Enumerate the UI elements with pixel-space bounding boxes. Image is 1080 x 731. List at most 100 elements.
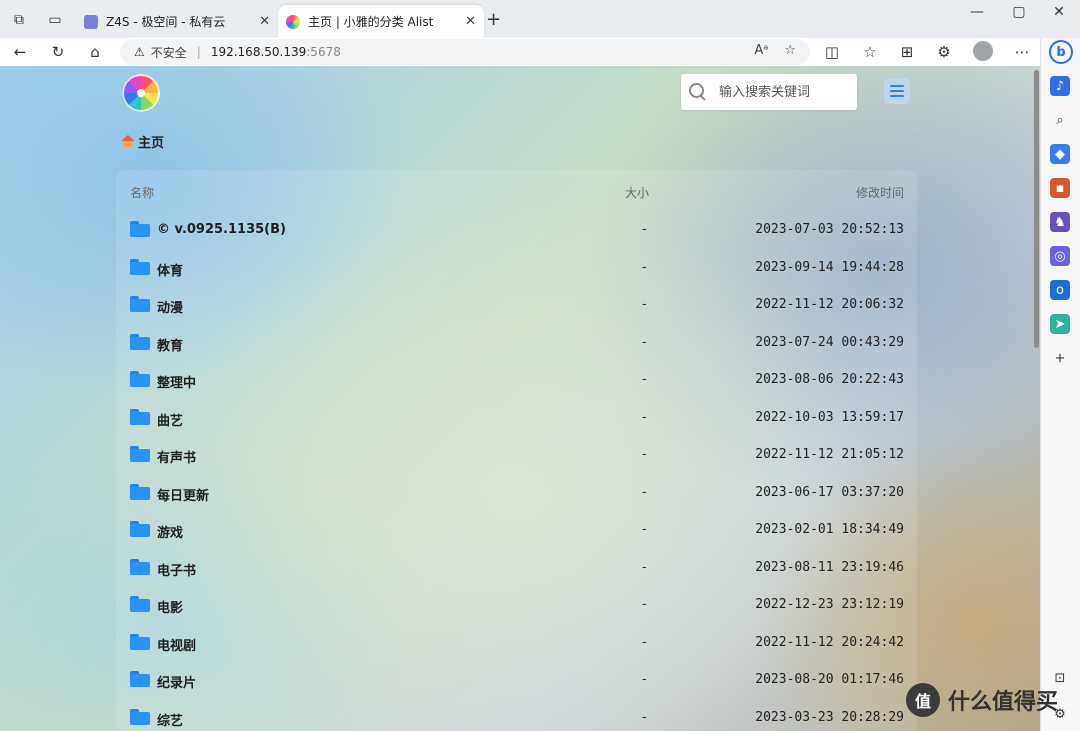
- more-menu-icon[interactable]: ⋯: [1010, 41, 1034, 63]
- search-icon: [689, 83, 707, 101]
- table-row[interactable]: 电视剧 - 2022-11-12 20:24:42: [116, 625, 917, 662]
- file-size: -: [642, 522, 647, 537]
- file-modified: 2023-08-20 01:17:46: [755, 672, 904, 687]
- file-name[interactable]: 综艺: [157, 710, 183, 729]
- file-name[interactable]: 电视剧: [157, 635, 196, 654]
- table-row[interactable]: 体育 - 2023-09-14 19:44:28: [116, 250, 917, 287]
- folder-icon: [130, 633, 150, 650]
- folder-icon: [130, 333, 150, 350]
- outlook-icon[interactable]: o: [1050, 280, 1070, 300]
- table-row[interactable]: 游戏 - 2023-02-01 18:34:49: [116, 512, 917, 549]
- table-row[interactable]: 电子书 - 2023-08-11 23:19:46: [116, 550, 917, 587]
- minimize-icon[interactable]: —: [962, 4, 992, 20]
- folder-icon: [130, 671, 150, 687]
- window-close-icon[interactable]: ✕: [1044, 4, 1074, 20]
- file-modified: 2022-11-12 21:05:12: [755, 447, 904, 462]
- tools-icon[interactable]: ▪: [1050, 178, 1070, 198]
- address-bar[interactable]: ⚠ 不安全 | 192.168.50.139 :5678 Aᵃ ☆: [120, 39, 810, 65]
- alist-logo[interactable]: [122, 74, 160, 112]
- warning-icon[interactable]: ⚠: [134, 45, 145, 59]
- tab-alist[interactable]: 主页 | 小雅的分类 Alist ✕: [278, 5, 484, 38]
- breadcrumb-home[interactable]: 主页: [138, 132, 164, 151]
- file-size: -: [642, 484, 647, 500]
- home-button-icon[interactable]: ⌂: [83, 41, 107, 63]
- z4s-favicon-icon: [84, 14, 98, 29]
- shopping-tag-icon[interactable]: ◆: [1050, 144, 1070, 164]
- file-name[interactable]: © v.0925.1135(B): [157, 222, 286, 237]
- workspaces-icon[interactable]: ⧉: [8, 9, 30, 31]
- table-row[interactable]: 动漫 - 2022-11-12 20:06:32: [116, 287, 917, 324]
- tab-z4s[interactable]: Z4S - 极空间 - 私有云 ✕: [76, 5, 278, 38]
- games-icon[interactable]: ♞: [1050, 212, 1070, 232]
- refresh-icon[interactable]: ↻: [46, 41, 70, 63]
- list-view-button[interactable]: [884, 78, 910, 104]
- file-name[interactable]: 曲艺: [157, 410, 183, 429]
- page-viewport: 主页 名称 大小 修改时间 © v.0925.1135(B) - 2023-07…: [0, 66, 1040, 731]
- column-name-header[interactable]: 名称: [130, 184, 154, 201]
- table-row[interactable]: 电影 - 2022-12-23 23:12:19: [116, 587, 917, 624]
- file-name[interactable]: 体育: [157, 260, 183, 279]
- omnibox-actions: Aᵃ ☆: [754, 43, 796, 58]
- folder-icon: [130, 708, 150, 725]
- tab-title: 主页 | 小雅的分类 Alist: [308, 15, 434, 29]
- extensions-icon[interactable]: ⚙: [932, 41, 956, 63]
- new-tab-button[interactable]: +: [486, 9, 501, 30]
- file-name[interactable]: 游戏: [157, 522, 183, 541]
- column-size-header[interactable]: 大小: [625, 184, 649, 201]
- folder-icon: [130, 558, 150, 575]
- collections-icon[interactable]: ⊞: [895, 41, 919, 63]
- bing-copilot-icon[interactable]: b: [1049, 40, 1073, 64]
- table-row[interactable]: 纪录片 - 2023-08-20 01:17:46: [116, 662, 917, 699]
- back-icon[interactable]: ←: [8, 41, 32, 63]
- search-box[interactable]: [681, 74, 857, 110]
- file-name[interactable]: 教育: [157, 335, 183, 354]
- page-scrollbar[interactable]: [1032, 66, 1040, 731]
- folder-icon: [130, 483, 150, 500]
- favorites-icon[interactable]: ☆: [858, 41, 882, 63]
- url-port: :5678: [306, 45, 341, 59]
- folder-icon: [130, 408, 150, 425]
- profile-avatar[interactable]: [973, 41, 993, 61]
- file-name[interactable]: 电影: [157, 597, 183, 616]
- close-icon[interactable]: ✕: [465, 14, 476, 29]
- close-icon[interactable]: ✕: [259, 14, 270, 29]
- watermark-badge: 值: [906, 683, 940, 717]
- file-size: -: [642, 372, 647, 387]
- maximize-icon[interactable]: ▢: [1004, 4, 1034, 20]
- folder-icon: [130, 221, 150, 237]
- search-input[interactable]: [719, 84, 839, 100]
- file-name[interactable]: 动漫: [157, 297, 183, 316]
- table-row[interactable]: 每日更新 - 2023-06-17 03:37:20: [116, 475, 917, 512]
- file-name[interactable]: 每日更新: [157, 485, 209, 504]
- table-row[interactable]: 有声书 - 2022-11-12 21:05:12: [116, 437, 917, 474]
- url-separator: |: [196, 45, 201, 59]
- scrollbar-thumb[interactable]: [1034, 70, 1039, 348]
- file-modified: 2023-06-17 03:37:20: [755, 484, 904, 500]
- file-size: -: [642, 559, 647, 575]
- search-icon[interactable]: ⌕: [1050, 110, 1070, 130]
- drop-send-icon[interactable]: ➤: [1050, 314, 1070, 334]
- table-row[interactable]: 综艺 - 2023-03-23 20:28:29: [116, 700, 917, 731]
- security-label[interactable]: 不安全: [151, 44, 187, 61]
- favorite-star-icon[interactable]: ☆: [784, 43, 796, 58]
- file-modified: 2022-11-12 20:24:42: [755, 634, 904, 650]
- file-name[interactable]: 有声书: [157, 447, 196, 466]
- table-row[interactable]: © v.0925.1135(B) - 2023-07-03 20:52:13: [116, 212, 917, 249]
- table-row[interactable]: 整理中 - 2023-08-06 20:22:43: [116, 362, 917, 399]
- breadcrumb[interactable]: 主页: [121, 132, 164, 151]
- tab-actions-icon[interactable]: ▭: [44, 9, 66, 31]
- file-name[interactable]: 纪录片: [157, 672, 196, 691]
- file-name[interactable]: 电子书: [157, 560, 196, 579]
- file-modified: 2023-08-11 23:19:46: [755, 559, 904, 575]
- split-screen-icon[interactable]: ◫: [820, 41, 844, 63]
- office-icon[interactable]: ◎: [1050, 246, 1070, 266]
- column-modified-header[interactable]: 修改时间: [856, 184, 904, 201]
- notification-bell-icon[interactable]: ♪: [1050, 76, 1070, 96]
- read-aloud-icon[interactable]: Aᵃ: [754, 43, 768, 58]
- table-row[interactable]: 曲艺 - 2022-10-03 13:59:17: [116, 400, 917, 437]
- file-list-header: 名称 大小 修改时间: [116, 180, 917, 202]
- add-sidebar-icon[interactable]: +: [1050, 348, 1070, 368]
- table-row[interactable]: 教育 - 2023-07-24 00:43:29: [116, 325, 917, 362]
- list-view-icon: [890, 85, 904, 97]
- file-name[interactable]: 整理中: [157, 372, 196, 391]
